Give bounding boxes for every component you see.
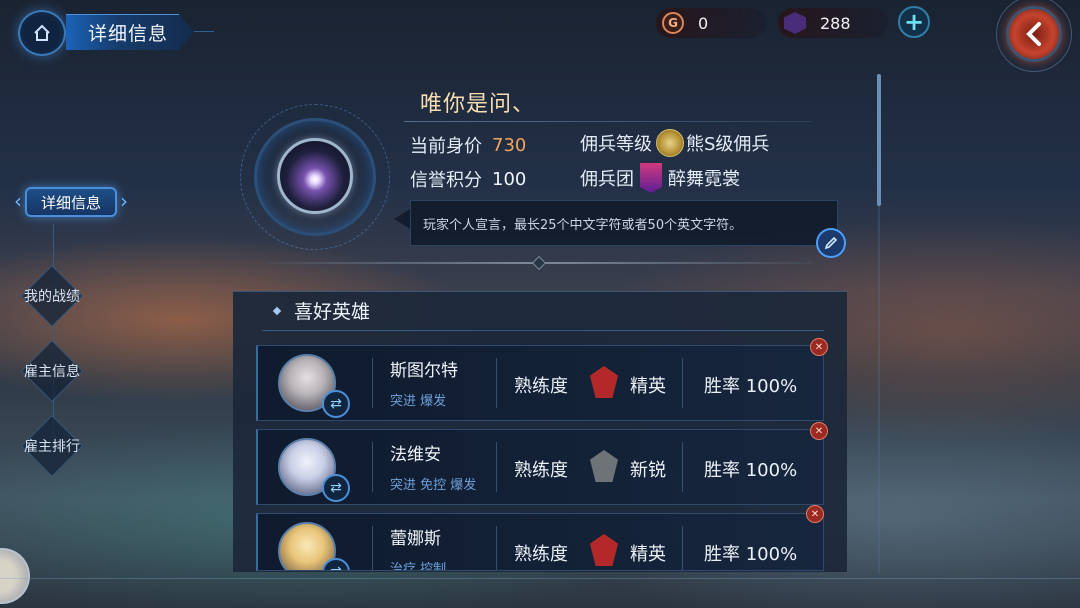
hero-name: 法维安 <box>390 445 441 465</box>
edit-declaration-button[interactable] <box>816 228 846 258</box>
nav-item-employer-ranking[interactable]: 雇主排行 <box>14 415 90 477</box>
nav-item-details[interactable]: ‹ 详细信息 › <box>14 180 128 224</box>
win-rate: 胜率 100% <box>704 544 798 565</box>
swap-icon[interactable]: ⇄ <box>322 390 350 418</box>
name-underline <box>404 121 812 122</box>
chevron-left-icon <box>1026 22 1041 46</box>
medal-icon <box>590 534 618 566</box>
hero-row[interactable]: ⇄ 法维安 突进 免控 爆发 熟练度 新锐 胜率 100% ✕ <box>256 422 828 505</box>
row-separator <box>682 442 683 492</box>
hero-name: 蕾娜斯 <box>390 529 441 549</box>
stat-number: 730 <box>492 134 527 156</box>
trash-icon[interactable]: ✕ <box>810 338 828 356</box>
row-separator <box>496 526 497 570</box>
proficiency-rank: 新锐 <box>630 460 666 481</box>
bear-badge-icon <box>656 129 684 157</box>
panel-title-text: 喜好英雄 <box>294 301 371 323</box>
row-separator <box>682 358 683 408</box>
stat-credit: 信誉积分 100 <box>410 166 526 192</box>
declaration-tail <box>394 209 410 229</box>
proficiency-label: 熟练度 <box>514 544 568 565</box>
hero-row[interactable]: ⇄ 斯图尔特 突进 爆发 熟练度 精英 胜率 100% ✕ <box>256 338 828 421</box>
medal-icon <box>590 450 618 482</box>
nav-item-label: 我的战绩 <box>24 289 80 305</box>
stat-merc-group: 佣兵团 醉舞霓裳 <box>580 163 740 193</box>
hero-tags: 突进 免控 爆发 <box>390 478 477 493</box>
row-separator <box>682 526 683 570</box>
stat-value: 当前身价 730 <box>410 132 526 158</box>
stat-label: 当前身价 <box>410 136 482 157</box>
back-button[interactable] <box>1006 6 1062 62</box>
guild-banner-icon <box>640 163 662 193</box>
hero-row[interactable]: ⇄ 蕾娜斯 治疗 控制 熟练度 精英 胜率 100% <box>256 513 824 571</box>
gold-currency: G 0 <box>656 8 766 38</box>
stat-label: 信誉积分 <box>410 170 482 191</box>
row-separator <box>372 526 373 570</box>
gem-currency: 288 <box>778 8 888 38</box>
gem-value: 288 <box>820 13 851 33</box>
stat-label: 佣兵团 <box>580 169 634 190</box>
chevron-left-icon: ‹ <box>14 189 22 213</box>
hero-tags: 突进 爆发 <box>390 394 447 409</box>
scrollbar-thumb[interactable] <box>877 74 881 206</box>
divider-notch <box>531 255 547 271</box>
avatar[interactable] <box>0 548 30 604</box>
row-separator <box>372 358 373 408</box>
proficiency-label: 熟练度 <box>514 376 568 397</box>
panel-underline <box>262 330 824 331</box>
row-separator <box>496 358 497 408</box>
bottom-divider <box>0 578 1080 579</box>
medal-icon <box>590 366 618 398</box>
proficiency-label: 熟练度 <box>514 460 568 481</box>
coin-icon: G <box>662 12 684 34</box>
bullet-icon <box>272 306 282 315</box>
panel-title: 喜好英雄 <box>272 297 371 324</box>
player-declaration: 玩家个人宣言，最长25个中文字符或者50个英文字符。 <box>410 200 838 246</box>
hero-tags: 治疗 控制 <box>390 562 447 571</box>
home-button[interactable] <box>18 10 66 56</box>
chevron-right-icon: › <box>120 189 128 213</box>
trash-icon[interactable]: ✕ <box>806 505 824 523</box>
title-divider <box>194 31 214 32</box>
home-icon <box>34 24 50 41</box>
nav-item-label: 雇主排行 <box>24 439 80 455</box>
pencil-icon <box>824 236 838 250</box>
stat-text: 熊S级佣兵 <box>686 134 770 155</box>
nav-item-employer-info[interactable]: 雇主信息 <box>14 340 90 402</box>
proficiency-rank: 精英 <box>630 544 666 565</box>
win-rate: 胜率 100% <box>704 376 798 397</box>
proficiency-rank: 精英 <box>630 376 666 397</box>
page-title: 详细信息 <box>66 14 194 50</box>
player-name: 唯你是问、 <box>420 92 536 117</box>
stat-number: 100 <box>492 168 527 190</box>
swap-icon[interactable]: ⇄ <box>322 474 350 502</box>
hero-name: 斯图尔特 <box>390 361 458 381</box>
stat-merc-level: 佣兵等级 熊S级佣兵 <box>580 129 769 157</box>
trash-icon[interactable]: ✕ <box>810 422 828 440</box>
nav-item-my-record[interactable]: 我的战绩 <box>14 265 90 327</box>
gold-value: 0 <box>698 13 709 33</box>
row-separator <box>496 442 497 492</box>
add-currency-button[interactable]: + <box>898 6 930 38</box>
nav-item-label: 详细信息 <box>25 187 117 217</box>
nav-item-label: 雇主信息 <box>24 364 80 380</box>
row-separator <box>372 442 373 492</box>
win-rate: 胜率 100% <box>704 460 798 481</box>
stat-text: 醉舞霓裳 <box>668 169 740 190</box>
gem-icon <box>784 12 806 34</box>
player-portrait[interactable] <box>277 138 353 214</box>
stat-label: 佣兵等级 <box>580 134 652 155</box>
